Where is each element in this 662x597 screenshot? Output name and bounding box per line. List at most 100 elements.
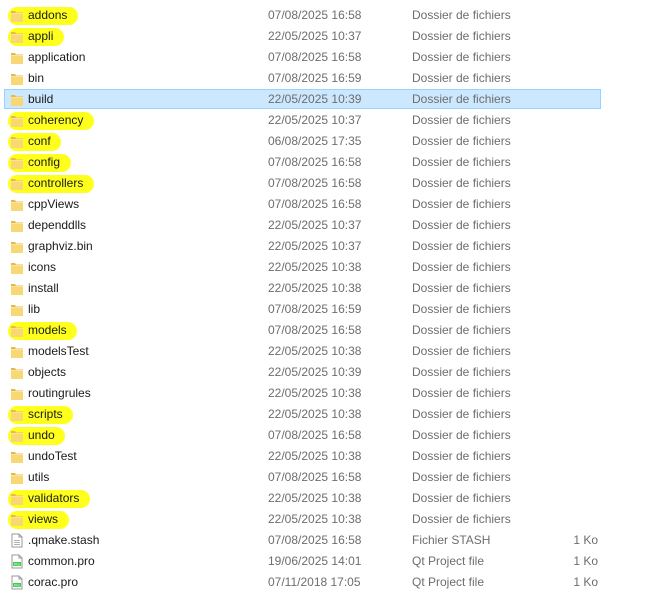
file-row[interactable]: Pro corac.pro 07/11/2018 17:05 Qt Project f… <box>0 572 662 593</box>
file-row[interactable]: graphviz.bin 22/05/2025 10:37 Dossier de f… <box>0 236 662 257</box>
file-name[interactable]: coherency <box>28 110 83 131</box>
file-name[interactable]: application <box>28 47 85 68</box>
folder-icon <box>10 344 24 359</box>
file-row[interactable]: controllers 07/08/2025 16:58 Dossier de fi… <box>0 173 662 194</box>
file-row[interactable]: routingrules 22/05/2025 10:38 Dossier de f… <box>0 383 662 404</box>
file-row[interactable]: icons 22/05/2025 10:38 Dossier de fichiers <box>0 257 662 278</box>
folder-icon <box>10 71 24 86</box>
modified-date: 07/08/2025 16:58 <box>268 197 362 211</box>
file-name[interactable]: conf <box>28 131 51 152</box>
file-row[interactable]: config 07/08/2025 16:58 Dossier de fichier… <box>0 152 662 173</box>
svg-text:Pro: Pro <box>14 562 20 566</box>
file-name[interactable]: corac.pro <box>28 572 78 593</box>
modified-date: 22/05/2025 10:37 <box>268 239 362 253</box>
folder-icon <box>10 218 24 233</box>
file-row[interactable]: build 22/05/2025 10:39 Dossier de fichiers <box>0 89 662 110</box>
folder-icon <box>10 155 24 170</box>
file-name[interactable]: icons <box>28 257 56 278</box>
file-row[interactable]: lib 07/08/2025 16:59 Dossier de fichiers <box>0 299 662 320</box>
file-name[interactable]: bin <box>28 68 44 89</box>
modified-date: 22/05/2025 10:39 <box>268 365 362 379</box>
file-size: 1 Ko <box>573 575 598 589</box>
file-name[interactable]: utils <box>28 467 49 488</box>
file-row[interactable]: models 07/08/2025 16:58 Dossier de fichier… <box>0 320 662 341</box>
file-row[interactable]: conf 06/08/2025 17:35 Dossier de fichiers <box>0 131 662 152</box>
modified-date: 06/08/2025 17:35 <box>268 134 362 148</box>
file-row[interactable]: appli 22/05/2025 10:37 Dossier de fichiers <box>0 26 662 47</box>
folder-icon <box>10 176 24 191</box>
modified-date: 22/05/2025 10:37 <box>268 218 362 232</box>
file-row[interactable]: validators 22/05/2025 10:38 Dossier de fic… <box>0 488 662 509</box>
file-row[interactable]: objects 22/05/2025 10:39 Dossier de fichie… <box>0 362 662 383</box>
file-name[interactable]: undoTest <box>28 446 77 467</box>
file-name[interactable]: scripts <box>28 404 63 425</box>
file-name[interactable]: objects <box>28 362 66 383</box>
folder-icon <box>10 197 24 212</box>
file-name[interactable]: controllers <box>28 173 83 194</box>
file-name[interactable]: addons <box>28 5 67 26</box>
file-row[interactable]: coherency 22/05/2025 10:37 Dossier de fich… <box>0 110 662 131</box>
file-row[interactable]: dependdlls 22/05/2025 10:37 Dossier de fic… <box>0 215 662 236</box>
file-type: Dossier de fichiers <box>412 407 511 421</box>
file-name[interactable]: config <box>28 152 60 173</box>
file-type: Dossier de fichiers <box>412 302 511 316</box>
file-row[interactable]: addons 07/08/2025 16:58 Dossier de fichier… <box>0 5 662 26</box>
file-name[interactable]: undo <box>28 425 55 446</box>
file-type: Qt Project file <box>412 575 485 589</box>
file-type: Dossier de fichiers <box>412 8 511 22</box>
folder-icon <box>10 365 24 380</box>
file-name[interactable]: build <box>28 89 53 110</box>
file-type: Dossier de fichiers <box>412 512 511 526</box>
file-name[interactable]: appli <box>28 26 53 47</box>
folder-icon <box>10 8 24 23</box>
file-row[interactable]: bin 07/08/2025 16:59 Dossier de fichiers <box>0 68 662 89</box>
file-name[interactable]: models <box>28 320 67 341</box>
folder-icon <box>10 92 24 107</box>
file-type: Dossier de fichiers <box>412 365 511 379</box>
modified-date: 22/05/2025 10:38 <box>268 260 362 274</box>
file-type: Dossier de fichiers <box>412 323 511 337</box>
file-row[interactable]: undoTest 22/05/2025 10:38 Dossier de fichi… <box>0 446 662 467</box>
modified-date: 07/08/2025 16:58 <box>268 428 362 442</box>
file-type: Dossier de fichiers <box>412 281 511 295</box>
file-name[interactable]: install <box>28 278 59 299</box>
file-row[interactable]: cppViews 07/08/2025 16:58 Dossier de fichi… <box>0 194 662 215</box>
file-type: Dossier de fichiers <box>412 449 511 463</box>
modified-date: 07/08/2025 16:59 <box>268 71 362 85</box>
file-row[interactable]: application 07/08/2025 16:58 Dossier de fi… <box>0 47 662 68</box>
file-row[interactable]: Pro common.pro 19/06/2025 14:01 Qt Project … <box>0 551 662 572</box>
file-type: Dossier de fichiers <box>412 113 511 127</box>
file-name[interactable]: dependdlls <box>28 215 86 236</box>
file-row[interactable]: modelsTest 22/05/2025 10:38 Dossier de fic… <box>0 341 662 362</box>
folder-icon <box>10 323 24 338</box>
file-name[interactable]: lib <box>28 299 40 320</box>
file-name[interactable]: cppViews <box>28 194 79 215</box>
folder-icon <box>10 512 24 527</box>
folder-icon <box>10 491 24 506</box>
modified-date: 07/08/2025 16:58 <box>268 8 362 22</box>
modified-date: 22/05/2025 10:38 <box>268 407 362 421</box>
file-row[interactable]: install 22/05/2025 10:38 Dossier de fichie… <box>0 278 662 299</box>
svg-text:Pro: Pro <box>14 583 20 587</box>
file-name[interactable]: modelsTest <box>28 341 89 362</box>
file-name[interactable]: validators <box>28 488 79 509</box>
qt-project-file-icon: Pro <box>10 575 24 590</box>
file-row[interactable]: utils 07/08/2025 16:58 Dossier de fichiers <box>0 467 662 488</box>
file-type: Dossier de fichiers <box>412 260 511 274</box>
file-row[interactable]: scripts 22/05/2025 10:38 Dossier de fichie… <box>0 404 662 425</box>
file-row[interactable]: .qmake.stash 07/08/2025 16:58 Fichier STAS… <box>0 530 662 551</box>
file-name[interactable]: views <box>28 509 58 530</box>
file-name[interactable]: routingrules <box>28 383 91 404</box>
modified-date: 07/08/2025 16:58 <box>268 176 362 190</box>
modified-date: 22/05/2025 10:38 <box>268 449 362 463</box>
file-type: Dossier de fichiers <box>412 50 511 64</box>
folder-icon <box>10 449 24 464</box>
file-row[interactable]: views 22/05/2025 10:38 Dossier de fichiers <box>0 509 662 530</box>
file-name[interactable]: graphviz.bin <box>28 236 93 257</box>
file-size: 1 Ko <box>573 554 598 568</box>
modified-date: 19/06/2025 14:01 <box>268 554 362 568</box>
file-name[interactable]: common.pro <box>28 551 95 572</box>
file-row[interactable]: undo 07/08/2025 16:58 Dossier de fichiers <box>0 425 662 446</box>
folder-icon <box>10 260 24 275</box>
file-name[interactable]: .qmake.stash <box>28 530 99 551</box>
